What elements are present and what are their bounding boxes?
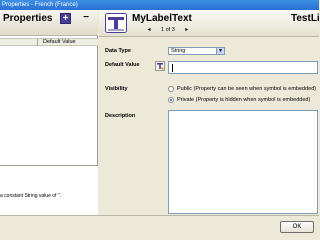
property-editor-header: MyLabelText ◂ 1 of 3 ▸ TestLi: [99, 10, 320, 37]
data-type-label: Data Type: [105, 48, 131, 54]
window-title-bar: Properties - French (France): [0, 0, 319, 10]
property-editor-pane: MyLabelText ◂ 1 of 3 ▸ TestLi Data Type St…: [99, 10, 320, 215]
data-type-value: String: [171, 48, 186, 54]
properties-list-pane: Properties + − Default Value a constant …: [0, 10, 98, 215]
chevron-down-icon[interactable]: ▼: [216, 48, 224, 54]
visibility-public-label: Public (Property can be seen when symbol…: [177, 86, 317, 92]
text-icon: [157, 63, 164, 70]
window-title: Properties - French (France): [2, 2, 78, 8]
properties-list-header: Properties + −: [0, 10, 98, 36]
text-symbol-icon: [105, 13, 127, 33]
column-header-default-value[interactable]: Default Value: [43, 39, 76, 46]
visibility-private-label: Private (Property is hidden when symbol …: [177, 97, 311, 103]
dialog-footer: OK: [0, 215, 319, 240]
ok-button[interactable]: OK: [280, 221, 314, 233]
property-description-text: a constant String value of ".: [0, 193, 61, 199]
previous-arrow-icon[interactable]: ◂: [145, 26, 153, 33]
pager: ◂ 1 of 3 ▸: [145, 26, 191, 34]
description-textarea[interactable]: [168, 110, 318, 214]
visibility-label: Visibility: [105, 86, 128, 92]
radio-private[interactable]: [168, 97, 174, 103]
visibility-public-option[interactable]: Public (Property can be seen when symbol…: [168, 86, 316, 94]
default-value-label: Default Value: [105, 62, 140, 68]
language-label: TestLi: [291, 13, 320, 24]
data-type-select[interactable]: String ▼: [168, 47, 225, 55]
add-property-button[interactable]: +: [60, 13, 71, 24]
text-caret: [172, 64, 173, 72]
remove-property-button[interactable]: −: [81, 12, 91, 23]
default-value-input[interactable]: [168, 61, 318, 74]
property-description-panel: a constant String value of ".: [0, 165, 98, 215]
next-arrow-icon[interactable]: ▸: [183, 26, 191, 33]
symbol-name: MyLabelText: [132, 13, 192, 24]
properties-table-header: Default Value: [0, 38, 98, 46]
properties-title: Properties: [3, 13, 53, 24]
text-edit-button[interactable]: [155, 61, 165, 71]
radio-public[interactable]: [168, 86, 174, 92]
description-label: Description: [105, 113, 136, 119]
visibility-private-option[interactable]: Private (Property is hidden when symbol …: [168, 97, 310, 105]
column-divider[interactable]: [37, 39, 38, 46]
pager-text: 1 of 3: [161, 26, 175, 33]
